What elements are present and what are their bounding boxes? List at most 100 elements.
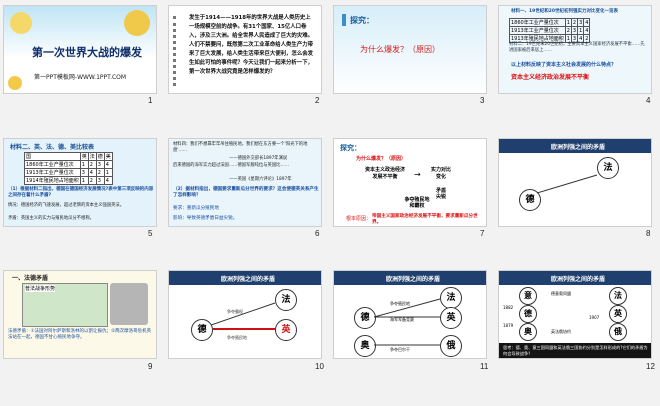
table-cell: 1913年工业产量位次 <box>509 26 566 35</box>
conclusion-text: 帝国主义国家政治经济发展不平衡，要求重新瓜分世界。 <box>372 214 478 225</box>
table-cell: 2 <box>87 160 97 169</box>
node-france: 法 <box>597 157 619 179</box>
slide-thumbnail-11[interactable]: 欧洲列强之间的矛盾 法 德 英 奥 俄 海军军备竞赛 争夺殖民地 争夺巴尔干 <box>333 270 487 359</box>
table-cell: 3 <box>95 160 105 169</box>
alliance-label: 德意奥同盟 <box>551 291 571 296</box>
node-germany: 德 <box>191 319 213 341</box>
slide-title: 欧洲列强之间的矛盾 <box>551 276 606 283</box>
slide-answer: 资本主义经济政治发展不平衡 <box>511 74 590 81</box>
slide-thumbnail-3[interactable]: 探究： 为什么爆发？（原因） <box>333 5 487 94</box>
comparison-table: 国英法德美 1860年工业产量位次 1 2 3 4 1913年工业产量位次 3 4 2 1 19… <box>24 152 113 185</box>
cause-right: 实力对比变化 <box>430 167 451 180</box>
cause-arrow-label: 矛盾尖锐 <box>436 188 447 200</box>
slide-thumbnail-9[interactable]: 一、法德矛盾 普法战争形势 法德矛盾：①法国对阿尔萨斯和洛林的以割让报仇；②两次… <box>3 270 157 359</box>
table-cell: 1 <box>103 168 113 177</box>
year-label: 1879 <box>503 323 514 328</box>
slide-number: 5 <box>148 229 153 238</box>
material-text: 材料二：19世纪末20世纪初，主要资本主义国家经济发展不平衡……先进国家被后来居… <box>509 42 645 53</box>
flower-decoration <box>8 76 22 90</box>
relation-label: 争夺霸权 <box>227 309 243 314</box>
slide-thumbnail-2[interactable]: 发生于1914——1918年的世界大战是人类历史上一场规模空前的战争。有31个国… <box>168 5 322 94</box>
slide-title: 第一次世界大战的爆发 <box>32 46 142 59</box>
slide-thumbnail-6[interactable]: 材料四：我们不想靠牢牢吊住殖民地，我们想在东方要一个'阳光下的地盘'…… ——德… <box>168 138 322 227</box>
table-cell: 德 <box>95 152 105 161</box>
material-text: 材料四：我们不想靠牢牢吊住殖民地，我们想在东方要一个'阳光下的地盘'…… <box>173 142 308 153</box>
cause-bottom: 争夺殖民地和霸权 <box>404 197 430 209</box>
slide-footer: 第一PPT模板网-WWW.1PPT.COM <box>34 74 127 81</box>
node-france: 法 <box>275 289 297 311</box>
node-russia: 俄 <box>609 323 627 341</box>
slide-number: 9 <box>148 362 153 371</box>
table-cell: 2 <box>95 168 105 177</box>
slide-heading: 探究： <box>340 144 361 152</box>
table-header-row: 国英法德美 <box>24 152 113 161</box>
slide-title: 欧洲列强之间的矛盾 <box>221 276 276 283</box>
slide-number: 7 <box>480 229 485 238</box>
slide-number: 11 <box>480 362 489 371</box>
slide-sorter: 第一次世界大战的爆发 第一PPT模板网-WWW.1PPT.COM 1 发生于19… <box>0 0 660 406</box>
node-france: 法 <box>609 287 627 305</box>
slide-caption: 法德矛盾：①法国对阿尔萨斯和洛林的以割让报仇；②两次摩洛哥危机英法站在一起，德国… <box>8 329 152 340</box>
map-image: 普法战争形势 <box>22 283 108 327</box>
slide-number: 2 <box>315 96 320 105</box>
slide-thumbnail-7[interactable]: 探究： 为什么爆发？（原因） 资本主义政治经济发展不平衡 → 实力对比变化 矛盾… <box>333 138 487 227</box>
table-cell: 4 <box>87 168 97 177</box>
slide-question: 以上材料反映了资本主义社会发展的什么特点？ <box>511 62 617 68</box>
table-cell: 1 <box>79 160 89 169</box>
table-cell: 4 <box>103 160 113 169</box>
table-cell: 2 <box>87 176 97 185</box>
node-britain: 英 <box>609 305 627 323</box>
slide-question: 为什么爆发？（原因） <box>360 45 440 54</box>
slide-number: 8 <box>646 229 651 238</box>
relation-label: 争夺殖民地 <box>390 301 410 306</box>
heading-marker <box>342 14 346 26</box>
slide-number: 6 <box>315 229 320 238</box>
slide-body: 发生于1914——1918年的世界大战是人类历史上一场规模空前的战争。有31个国… <box>189 15 313 75</box>
table-cell: 4 <box>583 26 591 35</box>
alliance-label: 英法俄协约 <box>551 329 571 334</box>
table-cell: 1860年工业产量位次 <box>24 160 81 169</box>
slide-thumbnail-12[interactable]: 欧洲列强之间的矛盾 意 德 奥 法 英 俄 1882 1907 1879 德意奥… <box>498 270 652 359</box>
table-cell: 3 <box>79 168 89 177</box>
flower-decoration <box>124 10 150 36</box>
node-france: 法 <box>440 287 462 309</box>
slide-title: 一、法德矛盾 <box>12 275 49 282</box>
table-cell: 1860年工业产量位次 <box>509 18 566 27</box>
table-cell: 1 <box>79 176 89 185</box>
conclusion-label: 根本原因： <box>346 216 372 222</box>
slide-thumbnail-5[interactable]: 材料二、英、法、德、美比较表 国英法德美 1860年工业产量位次 1 2 3 4 191… <box>3 138 157 227</box>
table-cell: 法 <box>87 152 97 161</box>
table-cell: 4 <box>103 176 113 185</box>
node-britain: 英 <box>440 307 462 329</box>
slide-question: 为什么爆发？（原因） <box>356 156 407 162</box>
slide-number: 12 <box>646 362 655 371</box>
slide-question: （2）据材料指出，德国要求重新瓜分世界的要求？这会使德英关系产生了怎样影响？ <box>173 187 319 198</box>
material-source: ——英国《星期六评论》1897年 <box>229 177 292 182</box>
table-row: 1860年工业产量位次 1 2 3 4 <box>24 160 113 169</box>
table-cell: 3 <box>95 176 105 185</box>
slide-number: 4 <box>646 96 651 105</box>
cause-left: 资本主义政治经济发展不平衡 <box>364 167 405 180</box>
slide-thumbnail-1[interactable]: 第一次世界大战的爆发 第一PPT模板网-WWW.1PPT.COM <box>3 5 157 94</box>
slide-thumbnail-8[interactable]: 欧洲列强之间的矛盾 法 德 <box>498 138 652 227</box>
year-label: 1882 <box>503 305 514 310</box>
table-cell: 4 <box>583 18 591 27</box>
table-cell: 美 <box>103 152 113 161</box>
slide-answer: 要求：重新瓜分殖民地 <box>173 206 219 211</box>
slide-number: 3 <box>480 96 485 105</box>
table-cell: 国 <box>24 152 81 161</box>
map-title: 普法战争形势 <box>25 285 56 292</box>
slide-thumbnail-4[interactable]: 材料一、19世纪和20世纪初列强实力对比变化一览表 1860年工业产量位次 1 2 3… <box>498 5 652 94</box>
node-austria: 奥 <box>354 335 376 357</box>
slide-answer: 情况：德国经济的飞速发展，超过老牌的资本主义强国英法。 <box>8 203 125 208</box>
material-source: ——德国外交部长1897年演说 <box>229 156 288 161</box>
node-germany: 德 <box>354 307 376 329</box>
table-row: 1860年工业产量位次 1 2 3 4 <box>509 18 591 27</box>
slide-title: 欧洲列强之间的矛盾 <box>551 144 606 151</box>
relation-label: 争夺殖民地 <box>227 335 247 340</box>
slide-number: 1 <box>148 96 153 105</box>
node-britain: 英 <box>275 319 297 341</box>
slide-title: 欧洲列强之间的矛盾 <box>386 276 441 283</box>
relation-label: 争夺巴尔干 <box>390 347 410 352</box>
slide-thumbnail-10[interactable]: 欧洲列强之间的矛盾 法 德 英 争夺霸权 争夺殖民地 <box>168 270 322 359</box>
